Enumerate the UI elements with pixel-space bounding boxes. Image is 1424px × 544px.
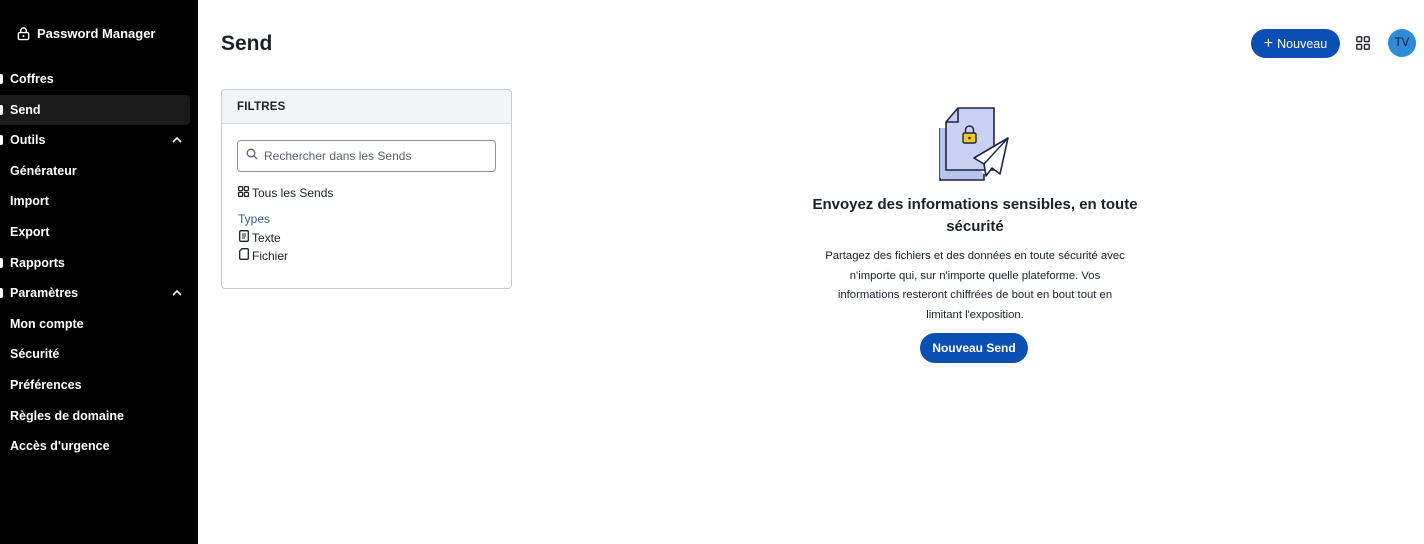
- sidebar-item-export[interactable]: Export: [0, 217, 198, 248]
- search-field[interactable]: [237, 140, 496, 172]
- new-button-label: Nouveau: [1277, 36, 1328, 51]
- nav-indicator: [0, 288, 3, 299]
- sidebar-item-send[interactable]: Send: [0, 94, 190, 126]
- sidebar-item-securite[interactable]: Sécurité: [0, 339, 198, 370]
- sidebar-item-label: Générateur: [10, 163, 77, 178]
- sidebar-item-regles-domaine[interactable]: Règles de domaine: [0, 401, 198, 432]
- nav-indicator: [0, 74, 3, 84]
- avatar[interactable]: TV: [1388, 29, 1416, 57]
- lock-icon: [16, 26, 31, 41]
- chevron-up-icon[interactable]: [172, 125, 182, 156]
- filter-type-fichier[interactable]: Fichier: [239, 248, 288, 263]
- sidebar-nav: Coffres Send Outils Générateur Import Ex…: [0, 64, 198, 462]
- new-send-button[interactable]: Nouveau Send: [920, 333, 1028, 363]
- nav-indicator: [0, 104, 3, 115]
- sidebar-item-import[interactable]: Import: [0, 186, 198, 217]
- sidebar-item-label: Accès d'urgence: [10, 439, 110, 454]
- sidebar: Password Manager Coffres Send Outils Gén…: [0, 0, 198, 544]
- sidebar-item-generateur[interactable]: Générateur: [0, 156, 198, 187]
- filter-type-texte[interactable]: Texte: [239, 230, 281, 245]
- filter-all-label: Tous les Sends: [252, 186, 334, 200]
- filter-type-label: Fichier: [252, 248, 289, 263]
- sidebar-item-label: Sécurité: [10, 347, 60, 362]
- search-input[interactable]: [264, 149, 484, 163]
- sidebar-item-label: Send: [10, 102, 41, 117]
- sidebar-item-label: Import: [10, 194, 49, 209]
- empty-state-description: Partagez des fichiers et des données en …: [825, 250, 1125, 321]
- sidebar-item-preferences[interactable]: Préférences: [0, 370, 198, 401]
- sidebar-item-acces-urgence[interactable]: Accès d'urgence: [0, 431, 198, 462]
- filters-title: FILTRES: [222, 90, 511, 124]
- filter-type-label: Texte: [252, 230, 281, 245]
- page-title: Send: [221, 32, 273, 55]
- sidebar-item-label: Export: [10, 224, 50, 239]
- brand[interactable]: Password Manager: [16, 26, 156, 41]
- nav-indicator: [0, 135, 3, 146]
- sidebar-item-mon-compte[interactable]: Mon compte: [0, 309, 198, 340]
- plus-icon: +: [1263, 34, 1274, 52]
- filter-all-sends[interactable]: Tous les Sends: [238, 186, 333, 200]
- types-heading: Types: [238, 212, 271, 226]
- file-icon: [239, 248, 249, 263]
- app-name: Password Manager: [37, 26, 156, 41]
- sidebar-item-rapports[interactable]: Rapports: [0, 248, 198, 279]
- text-file-icon: [239, 230, 249, 245]
- sidebar-item-coffres[interactable]: Coffres: [0, 64, 198, 95]
- sidebar-item-label: Rapports: [10, 255, 65, 270]
- sidebar-item-label: Paramètres: [10, 286, 79, 301]
- new-item-button[interactable]: + Nouveau: [1251, 29, 1340, 58]
- chevron-up-icon[interactable]: [172, 278, 182, 309]
- product-switcher-icon[interactable]: [1356, 36, 1370, 50]
- sidebar-item-label: Règles de domaine: [10, 408, 124, 423]
- sidebar-item-label: Préférences: [10, 377, 82, 392]
- empty-state-title: Envoyez des informations sensibles, en t…: [812, 196, 1138, 235]
- sidebar-item-parametres[interactable]: Paramètres: [0, 278, 198, 309]
- search-icon: [246, 147, 258, 165]
- sidebar-item-label: Mon compte: [10, 316, 84, 331]
- grid-icon: [238, 186, 250, 200]
- nav-indicator: [0, 257, 3, 268]
- sidebar-item-label: Outils: [10, 133, 46, 148]
- sidebar-item-label: Coffres: [10, 72, 54, 86]
- send-illustration-icon: [934, 104, 1014, 186]
- sidebar-item-outils[interactable]: Outils: [0, 125, 198, 156]
- filters-panel: FILTRES Tous les Sends Types: [221, 89, 512, 289]
